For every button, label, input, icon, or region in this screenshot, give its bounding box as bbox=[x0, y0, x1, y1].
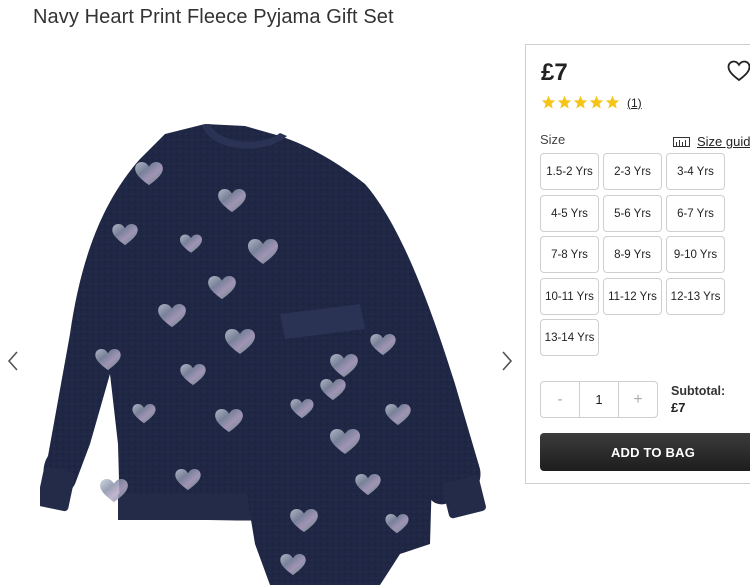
size-guide-link[interactable]: Size guide bbox=[673, 134, 750, 149]
review-count-link[interactable]: (1) bbox=[627, 96, 642, 110]
size-option[interactable]: 7-8 Yrs bbox=[540, 236, 599, 273]
size-option[interactable]: 13-14 Yrs bbox=[540, 319, 599, 356]
chevron-left-icon[interactable] bbox=[5, 349, 21, 373]
product-image bbox=[36, 84, 500, 585]
quantity-increase-button[interactable]: + bbox=[619, 382, 657, 417]
product-gallery bbox=[0, 44, 522, 585]
size-option[interactable]: 11-12 Yrs bbox=[603, 278, 662, 315]
size-option[interactable]: 12-13 Yrs bbox=[666, 278, 725, 315]
size-option[interactable]: 2-3 Yrs bbox=[603, 153, 662, 190]
subtotal-label: Subtotal: bbox=[671, 384, 726, 398]
product-title: Navy Heart Print Fleece Pyjama Gift Set bbox=[33, 6, 394, 28]
rating-stars: (1) bbox=[541, 95, 642, 110]
subtotal-value: £7 bbox=[671, 400, 686, 415]
ruler-icon bbox=[673, 136, 690, 147]
size-option[interactable]: 6-7 Yrs bbox=[666, 195, 725, 232]
add-to-bag-button[interactable]: ADD TO BAG bbox=[540, 433, 750, 471]
size-option[interactable]: 4-5 Yrs bbox=[540, 195, 599, 232]
star-icon bbox=[573, 95, 588, 109]
size-option[interactable]: 1.5-2 Yrs bbox=[540, 153, 599, 190]
size-option[interactable]: 8-9 Yrs bbox=[603, 236, 662, 273]
star-icon bbox=[605, 95, 620, 109]
quantity-decrease-button[interactable]: - bbox=[541, 382, 579, 417]
heart-outline-icon[interactable] bbox=[727, 60, 750, 82]
size-option[interactable]: 10-11 Yrs bbox=[540, 278, 599, 315]
star-icon bbox=[589, 95, 604, 109]
star-icon bbox=[557, 95, 572, 109]
size-option[interactable]: 5-6 Yrs bbox=[603, 195, 662, 232]
chevron-right-icon[interactable] bbox=[499, 349, 515, 373]
purchase-panel: £7 (1) Size Size guide 1.5-2 Yrs 2-3 Yrs… bbox=[525, 44, 750, 484]
size-label: Size bbox=[540, 132, 566, 147]
size-guide-label: Size guide bbox=[697, 134, 750, 149]
size-option[interactable]: 9-10 Yrs bbox=[666, 236, 725, 273]
product-price: £7 bbox=[541, 59, 568, 86]
quantity-stepper: - 1 + bbox=[540, 381, 658, 418]
quantity-value[interactable]: 1 bbox=[579, 382, 619, 417]
size-option[interactable]: 3-4 Yrs bbox=[666, 153, 725, 190]
star-icon bbox=[541, 95, 556, 109]
